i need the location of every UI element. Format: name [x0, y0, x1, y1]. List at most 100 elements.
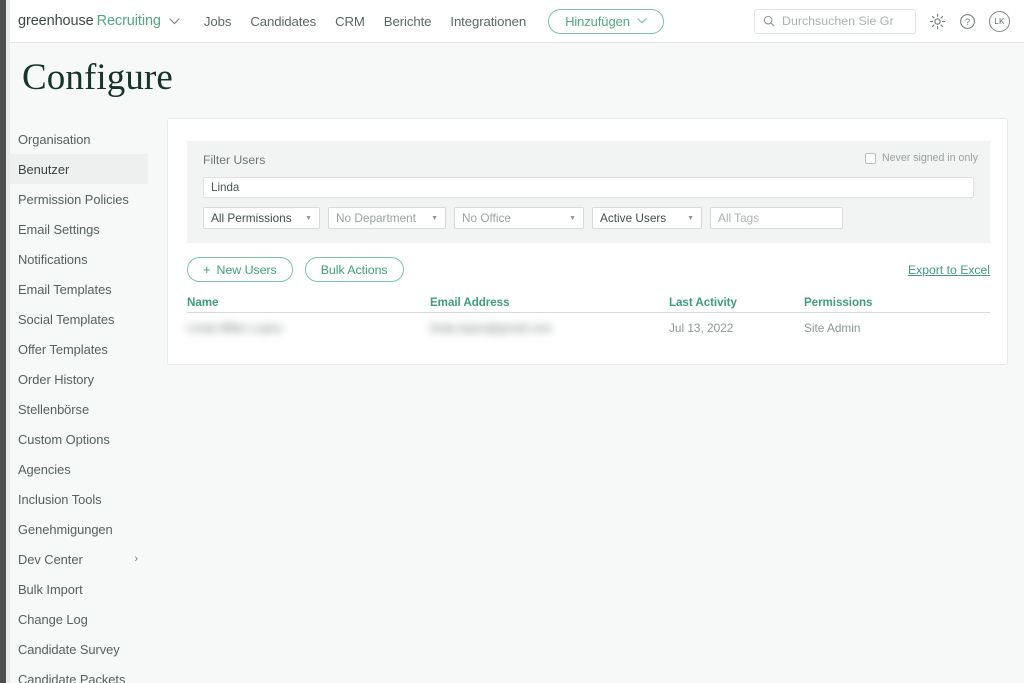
chevron-down-icon: [637, 18, 647, 24]
filter-users-panel: Filter Users Never signed in only All Pe…: [187, 141, 990, 243]
chevron-down-icon: ▼: [305, 214, 312, 222]
never-signed-in-label: Never signed in only: [882, 152, 978, 164]
sidebar-item-label: Social Templates: [18, 311, 115, 327]
export-to-excel-link[interactable]: Export to Excel: [908, 263, 990, 277]
sidebar-item-label: Notifications: [18, 251, 88, 267]
window-left-edge-inner: [6, 0, 10, 683]
primary-nav-links: Jobs Candidates CRM Berichte Integration…: [204, 14, 526, 29]
top-right-controls: ? LK: [754, 8, 1010, 34]
column-header-email-address[interactable]: Email Address: [430, 296, 669, 309]
sidebar-item-label: Organisation: [18, 131, 91, 147]
column-header-last-activity[interactable]: Last Activity: [669, 296, 804, 309]
page-title: Configure: [22, 57, 173, 98]
search-input[interactable]: [782, 14, 904, 28]
new-users-button[interactable]: + New Users: [187, 257, 293, 282]
brand-name: greenhouse: [18, 13, 94, 29]
sidebar-item-offer-templates[interactable]: Offer Templates: [0, 334, 148, 364]
cell-email-address: linda.lopez@gmail.com: [430, 321, 553, 335]
gear-icon[interactable]: [929, 13, 946, 30]
sidebar-item-label: Benutzer: [18, 161, 70, 177]
sidebar-item-permission-policies[interactable]: Permission Policies: [0, 184, 148, 214]
sidebar-item-change-log[interactable]: Change Log: [0, 604, 148, 634]
new-users-button-label: New Users: [216, 262, 277, 277]
sidebar-item-label: Genehmigungen: [18, 521, 113, 537]
table-row[interactable]: Linda Miller Lopez linda.lopez@gmail.com…: [187, 313, 990, 343]
office-select-value: No Office: [462, 211, 511, 225]
bulk-actions-button-label: Bulk Actions: [320, 262, 388, 277]
user-status-select-value: Active Users: [600, 211, 667, 225]
avatar-initials: LK: [994, 16, 1005, 26]
chevron-down-icon[interactable]: [169, 17, 180, 25]
sidebar-item-email-templates[interactable]: Email Templates: [0, 274, 148, 304]
sidebar-item-notifications[interactable]: Notifications: [0, 244, 148, 274]
sidebar-item-label: Candidate Packets: [18, 671, 126, 683]
nav-link-candidates[interactable]: Candidates: [250, 14, 316, 29]
search-icon: [763, 15, 775, 27]
chevron-right-icon: ›: [134, 553, 138, 565]
sidebar-item-agencies[interactable]: Agencies: [0, 454, 148, 484]
sidebar-item-label: Email Settings: [18, 221, 100, 237]
avatar[interactable]: LK: [989, 10, 1010, 32]
nav-link-jobs[interactable]: Jobs: [204, 14, 232, 29]
sidebar-item-label: Agencies: [18, 461, 71, 477]
nav-link-berichte[interactable]: Berichte: [384, 14, 432, 29]
sidebar-item-order-history[interactable]: Order History: [0, 364, 148, 394]
sidebar-item-label: Permission Policies: [18, 191, 129, 207]
sidebar-item-candidate-packets[interactable]: Candidate Packets: [0, 664, 148, 683]
sidebar-item-label: Dev Center: [18, 551, 83, 567]
filter-search-input[interactable]: [203, 177, 974, 198]
sidebar-item-benutzer[interactable]: Benutzer: [0, 154, 148, 184]
sidebar-item-label: Candidate Survey: [18, 641, 120, 657]
plus-icon: +: [203, 262, 211, 277]
table-header-row: Name Email Address Last Activity Permiss…: [187, 294, 990, 313]
sidebar-item-label: Inclusion Tools: [18, 491, 102, 507]
global-search[interactable]: [754, 8, 916, 34]
chevron-down-icon: ▼: [569, 214, 576, 222]
sidebar-item-organisation[interactable]: Organisation: [0, 124, 148, 154]
add-button-label: Hinzufügen: [565, 13, 630, 29]
permissions-select[interactable]: All Permissions ▼: [203, 207, 320, 229]
app-screen: greenhouse Recruiting Jobs Candidates CR…: [0, 0, 1024, 683]
never-signed-in-checkbox[interactable]: Never signed in only: [865, 152, 978, 164]
sidebar-item-candidate-survey[interactable]: Candidate Survey: [0, 634, 148, 664]
permissions-select-value: All Permissions: [211, 211, 292, 225]
table-actions-row: + New Users Bulk Actions Export to Excel: [187, 257, 990, 282]
sidebar-item-genehmigungen[interactable]: Genehmigungen: [0, 514, 148, 544]
cell-permissions: Site Admin: [804, 321, 861, 335]
brand-product-name: Recruiting: [96, 13, 161, 29]
sidebar-item-dev-center[interactable]: Dev Center ›: [0, 544, 148, 574]
department-select-value: No Department: [336, 211, 416, 225]
users-table: Name Email Address Last Activity Permiss…: [187, 294, 990, 343]
sidebar-item-social-templates[interactable]: Social Templates: [0, 304, 148, 334]
nav-link-crm[interactable]: CRM: [335, 14, 365, 29]
sidebar-item-email-settings[interactable]: Email Settings: [0, 214, 148, 244]
sidebar-item-bulk-import[interactable]: Bulk Import: [0, 574, 148, 604]
checkbox-box[interactable]: [865, 152, 876, 164]
question-circle-icon[interactable]: ?: [959, 13, 976, 30]
department-select[interactable]: No Department ▼: [328, 207, 446, 229]
cell-last-activity: Jul 13, 2022: [669, 321, 734, 335]
brand-logo[interactable]: greenhouse Recruiting: [18, 13, 180, 29]
add-button[interactable]: Hinzufügen: [548, 8, 664, 34]
tags-input[interactable]: [710, 207, 843, 229]
column-header-permissions[interactable]: Permissions: [804, 296, 990, 309]
office-select[interactable]: No Office ▼: [454, 207, 584, 229]
sidebar-item-inclusion-tools[interactable]: Inclusion Tools: [0, 484, 148, 514]
nav-link-integrationen[interactable]: Integrationen: [450, 14, 526, 29]
sidebar-item-label: Order History: [18, 371, 94, 387]
top-navigation-bar: greenhouse Recruiting Jobs Candidates CR…: [0, 0, 1024, 43]
sidebar-item-label: Offer Templates: [18, 341, 108, 357]
bulk-actions-button[interactable]: Bulk Actions: [304, 257, 404, 282]
chevron-down-icon: ▼: [687, 214, 694, 222]
user-status-select[interactable]: Active Users ▼: [592, 207, 702, 229]
sidebar-item-label: Bulk Import: [18, 581, 83, 597]
column-header-name[interactable]: Name: [187, 296, 430, 309]
sidebar-item-custom-options[interactable]: Custom Options: [0, 424, 148, 454]
sidebar-item-label: Custom Options: [18, 431, 110, 447]
svg-text:?: ?: [965, 16, 970, 26]
filter-users-title: Filter Users: [203, 153, 266, 167]
sidebar-item-label: Stellenbörse: [18, 401, 90, 417]
settings-sidebar: Organisation Benutzer Permission Policie…: [0, 124, 148, 683]
chevron-down-icon: ▼: [431, 214, 438, 222]
sidebar-item-stellenboerse[interactable]: Stellenbörse: [0, 394, 148, 424]
